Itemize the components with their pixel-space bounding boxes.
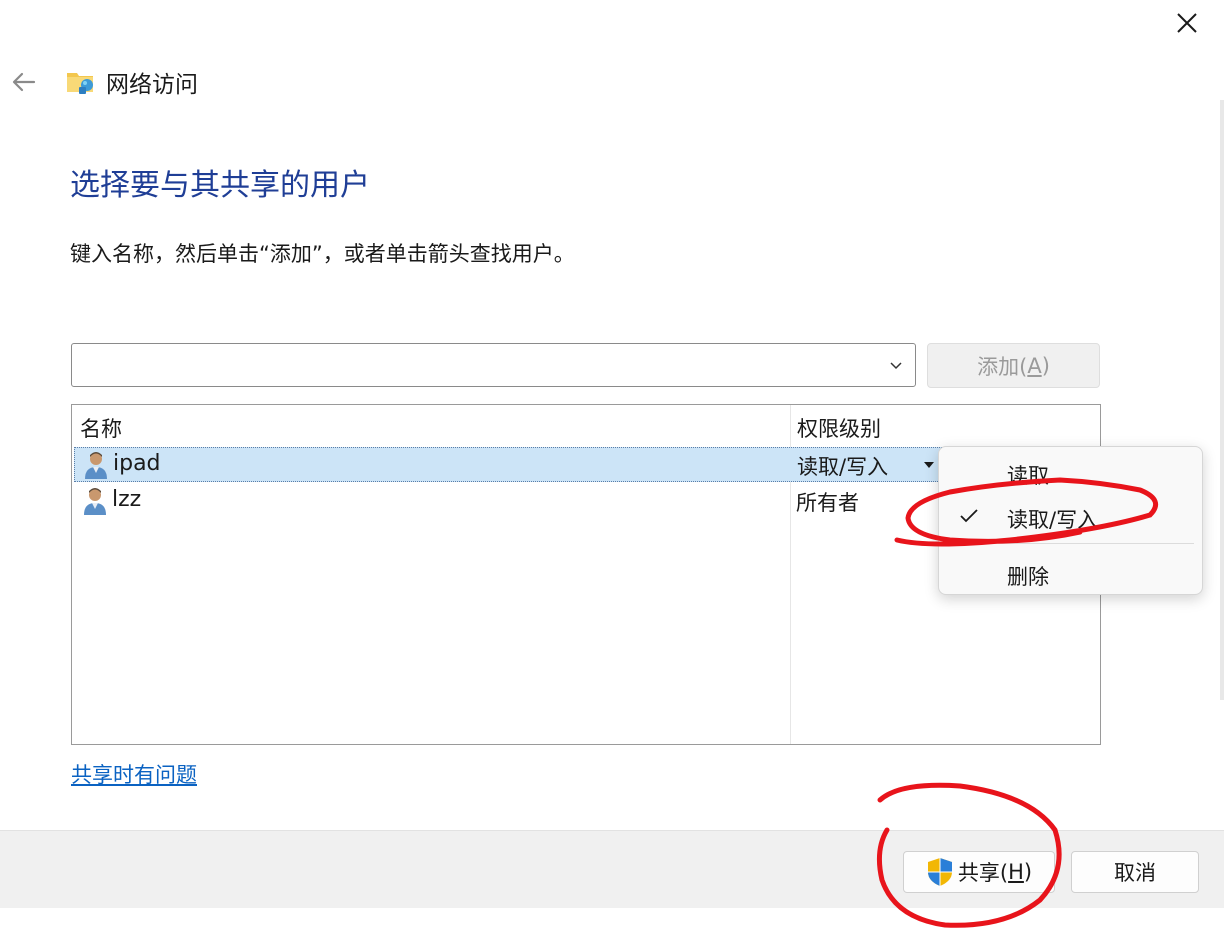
- user-icon: [84, 488, 106, 515]
- window-edge: [1220, 100, 1224, 700]
- user-name-input[interactable]: [78, 350, 878, 380]
- add-button-mnemonic: A: [1027, 353, 1042, 378]
- share-button-suffix: ): [1023, 860, 1033, 884]
- permission-dropdown[interactable]: 读取/写入: [797, 451, 888, 481]
- menu-item-label: 读取/写入: [1007, 508, 1099, 532]
- menu-separator: [949, 543, 1194, 544]
- menu-item-read-write[interactable]: 读取/写入: [939, 496, 1204, 536]
- share-button-label: 共享(: [957, 861, 1009, 885]
- close-icon: [1177, 13, 1197, 33]
- dialog-footer: 共享(H) 取消: [0, 830, 1224, 908]
- menu-item-read[interactable]: 读取: [939, 452, 1204, 492]
- permission-context-menu: 读取 读取/写入 删除: [938, 446, 1203, 595]
- user-icon: [85, 452, 107, 479]
- column-header-permission[interactable]: 权限级别: [797, 413, 881, 443]
- dropdown-triangle-icon[interactable]: [923, 461, 935, 469]
- column-header-name[interactable]: 名称: [80, 413, 122, 443]
- share-button-mnemonic: H: [1008, 860, 1024, 884]
- permission-text: 所有者: [796, 491, 859, 515]
- add-button[interactable]: 添加(A): [927, 343, 1100, 388]
- back-arrow-icon: [12, 72, 36, 92]
- menu-item-remove[interactable]: 删除: [939, 553, 1204, 593]
- cancel-button[interactable]: 取消: [1071, 851, 1199, 893]
- checkmark-icon: [960, 509, 978, 523]
- user-name-combobox[interactable]: [71, 343, 916, 387]
- window-title: 网络访问: [106, 72, 198, 98]
- menu-item-label: 删除: [1007, 565, 1049, 589]
- window-header: 网络访问: [10, 62, 198, 102]
- instruction-text: 键入名称，然后单击“添加”，或者单击箭头查找用户。: [70, 242, 575, 266]
- network-folder-icon: [67, 73, 93, 94]
- menu-item-label: 读取: [1007, 464, 1049, 488]
- chevron-down-icon[interactable]: [887, 356, 905, 374]
- add-button-suffix: ): [1041, 353, 1050, 378]
- add-button-label: 添加(: [977, 354, 1028, 379]
- user-name: lzz: [112, 487, 142, 512]
- user-name: ipad: [113, 451, 161, 476]
- page-heading: 选择要与其共享的用户: [70, 168, 370, 203]
- share-button[interactable]: 共享(H): [903, 851, 1055, 893]
- back-button[interactable]: [10, 68, 38, 96]
- uac-shield-icon: [927, 858, 952, 886]
- sharing-trouble-link[interactable]: 共享时有问题: [71, 759, 197, 789]
- close-button[interactable]: [1170, 6, 1204, 40]
